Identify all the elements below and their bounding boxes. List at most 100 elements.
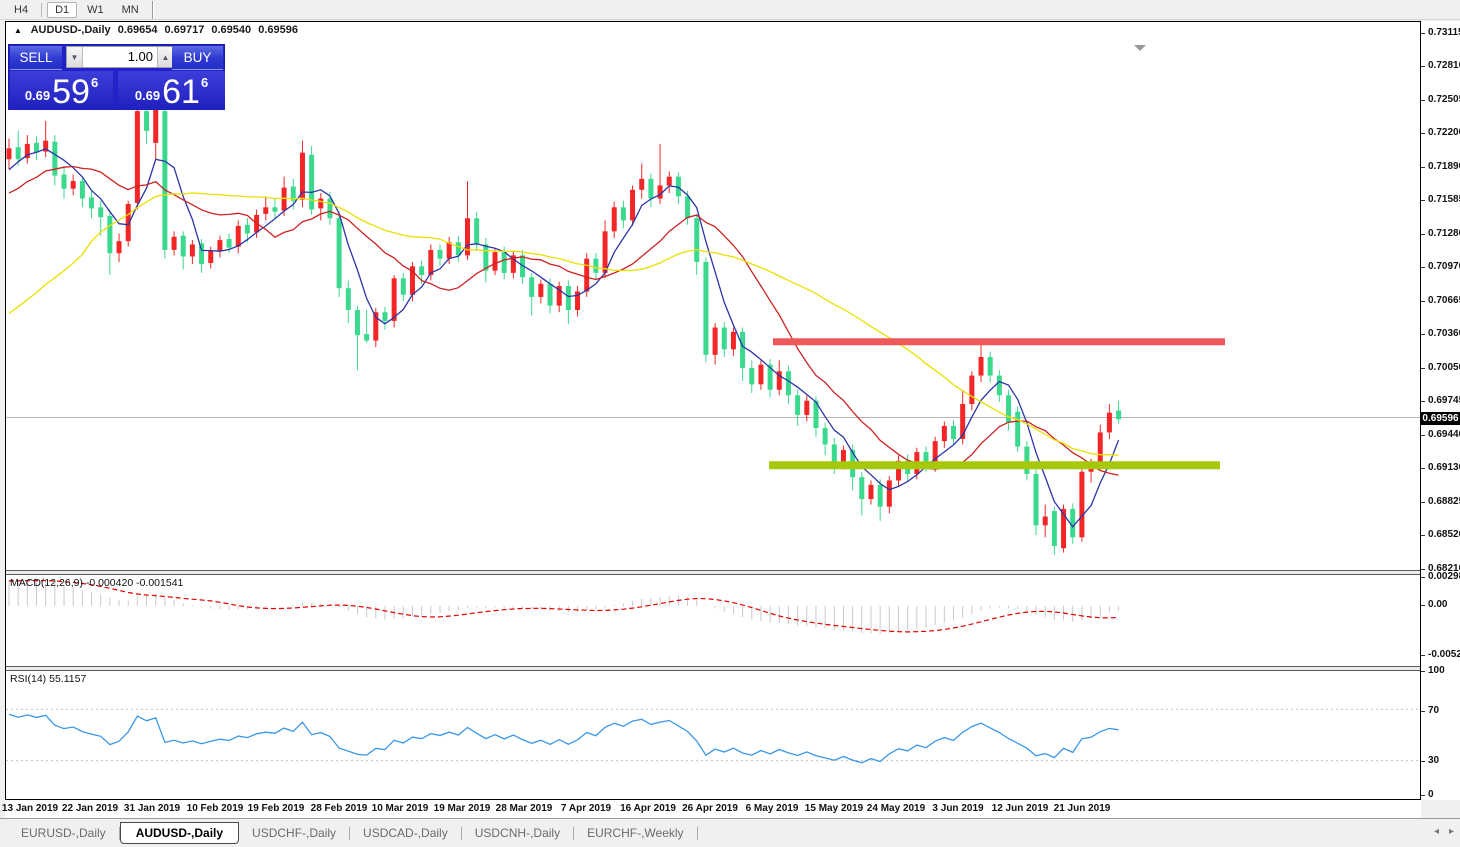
date-label: 10 Feb 2019 [187,803,244,814]
rsi-label: RSI(14) 55.1157 [10,673,86,685]
rsi-tick-label: 70 [1428,705,1439,716]
timeframe-button-h4[interactable]: H4 [6,2,36,18]
sell-price-display[interactable]: 0.69 59 6 [10,71,113,110]
date-label: 26 Apr 2019 [682,803,738,814]
date-label: 15 May 2019 [805,803,863,814]
symbol-period: AUDUSD-,Daily [31,24,111,36]
chart-tab-bar: EURUSD-,DailyAUDUSD-,DailyUSDCHF-,DailyU… [0,818,1460,847]
buy-button[interactable]: BUY [172,46,223,70]
tab-scroll-left-icon[interactable]: ◂ [1434,826,1439,837]
price-tick-label: 0.70050 [1428,362,1460,373]
date-label: 31 Jan 2019 [124,803,180,814]
time-axis[interactable]: 13 Jan 2019 22 Jan 2019 31 Jan 2019 10 Feb … [5,800,1421,818]
current-price-tag: 0.69596 [1421,412,1460,425]
macd-panel[interactable]: MACD(12,26,9) -0.000420 -0.001541 [6,575,1420,666]
date-label: 16 Apr 2019 [620,803,676,814]
chart-tab-usdchfdaily[interactable]: USDCHF-,Daily [239,823,349,843]
date-label: 28 Feb 2019 [311,803,368,814]
open-value: 0.69654 [118,24,158,36]
price-tick-label: 0.71280 [1428,228,1460,239]
rsi-panel[interactable]: RSI(14) 55.1157 [6,671,1420,799]
date-label: 12 Jun 2019 [992,803,1049,814]
price-tick [1421,66,1425,67]
price-tick [1421,200,1425,201]
tab-scroll-right-icon[interactable]: ▸ [1449,826,1454,837]
macd-tick [1421,605,1425,606]
date-label: 13 Jan 2019 [2,803,58,814]
price-tick [1421,167,1425,168]
price-tick [1421,234,1425,235]
price-axis[interactable]: 0.731150.728100.725050.722000.718900.715… [1421,21,1460,800]
one-click-trading-panel: SELL ▼ 1.00 ▲ BUY 0.69 59 6 0.69 61 6 [8,44,225,110]
macd-tick-label: 0.002984 [1428,571,1460,582]
price-tick-label: 0.70970 [1428,261,1460,272]
date-label: 19 Feb 2019 [248,803,305,814]
buy-price-display[interactable]: 0.69 61 6 [118,71,225,110]
macd-label: MACD(12,26,9) -0.000420 -0.001541 [10,577,183,589]
price-tick-label: 0.69130 [1428,462,1460,473]
rsi-tick [1421,671,1425,672]
date-label: 21 Jun 2019 [1054,803,1111,814]
macd-value-main: -0.000420 [86,577,133,589]
macd-value-signal: -0.001541 [136,577,183,589]
rsi-tick [1421,711,1425,712]
price-tick [1421,535,1425,536]
macd-tick [1421,577,1425,578]
macd-tick-label: -0.005256 [1428,649,1460,660]
sell-button[interactable]: SELL [10,46,62,70]
price-tick [1421,301,1425,302]
timeframe-button-d1[interactable]: D1 [47,2,77,18]
price-tick-label: 0.68825 [1428,496,1460,507]
date-label: 28 Mar 2019 [496,803,553,814]
price-tick-label: 0.72505 [1428,94,1460,105]
chart-tab-eurchfweekly[interactable]: EURCHF-,Weekly [574,823,696,843]
ohlc-info-line: ▲ AUDUSD-,Daily 0.69654 0.69717 0.69540 … [14,24,302,36]
timeframe-toolbar: H4 D1W1MN [0,0,1460,20]
chart-window: MACD(12,26,9) -0.000420 -0.001541 RSI(14… [5,21,1421,800]
date-label: 7 Apr 2019 [561,803,611,814]
price-tick [1421,468,1425,469]
price-tick-label: 0.72810 [1428,60,1460,71]
high-value: 0.69717 [165,24,205,36]
buy-price-big: 61 [162,76,200,108]
chart-shift-marker-icon[interactable] [1134,45,1146,51]
price-tick-label: 0.70665 [1428,295,1460,306]
price-tick [1421,502,1425,503]
sell-price-pip: 6 [91,75,98,90]
timeframe-button-w1[interactable]: W1 [79,2,112,18]
chart-tab-usdcaddaily[interactable]: USDCAD-,Daily [350,823,461,843]
price-tick [1421,100,1425,101]
toolbar-separator [152,1,153,19]
rsi-tick-label: 30 [1428,755,1439,766]
volume-input[interactable]: 1.00 [83,47,157,67]
price-tick [1421,33,1425,34]
volume-decrease-icon[interactable]: ▼ [67,47,83,67]
buy-price-pip: 6 [201,75,208,90]
chart-tab-usdcnhdaily[interactable]: USDCNH-,Daily [462,823,573,843]
trade-panel-collapse-icon[interactable]: ▲ [14,26,22,35]
macd-tick-label: 0.00 [1428,599,1447,610]
price-tick [1421,435,1425,436]
volume-stepper: ▼ 1.00 ▲ [66,46,174,68]
price-tick-label: 0.69745 [1428,395,1460,406]
price-tick [1421,569,1425,570]
chart-tab-audusddaily[interactable]: AUDUSD-,Daily [120,822,239,844]
price-tick-label: 0.72200 [1428,127,1460,138]
macd-tick [1421,655,1425,656]
price-tick [1421,334,1425,335]
tab-separator [697,827,698,840]
sell-price-prefix: 0.69 [25,88,50,103]
date-label: 22 Jan 2019 [62,803,118,814]
volume-increase-icon[interactable]: ▲ [157,47,173,67]
price-tick-label: 0.71585 [1428,194,1460,205]
chart-tab-eurusddaily[interactable]: EURUSD-,Daily [8,823,119,843]
price-tick-label: 0.68520 [1428,529,1460,540]
price-tick-label: 0.69440 [1428,429,1460,440]
buy-price-prefix: 0.69 [135,88,160,103]
date-label: 19 Mar 2019 [434,803,491,814]
price-tick [1421,267,1425,268]
date-label: 24 May 2019 [867,803,925,814]
price-tick-label: 0.70360 [1428,328,1460,339]
rsi-tick-label: 0 [1428,789,1434,800]
timeframe-button-mn[interactable]: MN [114,2,147,18]
